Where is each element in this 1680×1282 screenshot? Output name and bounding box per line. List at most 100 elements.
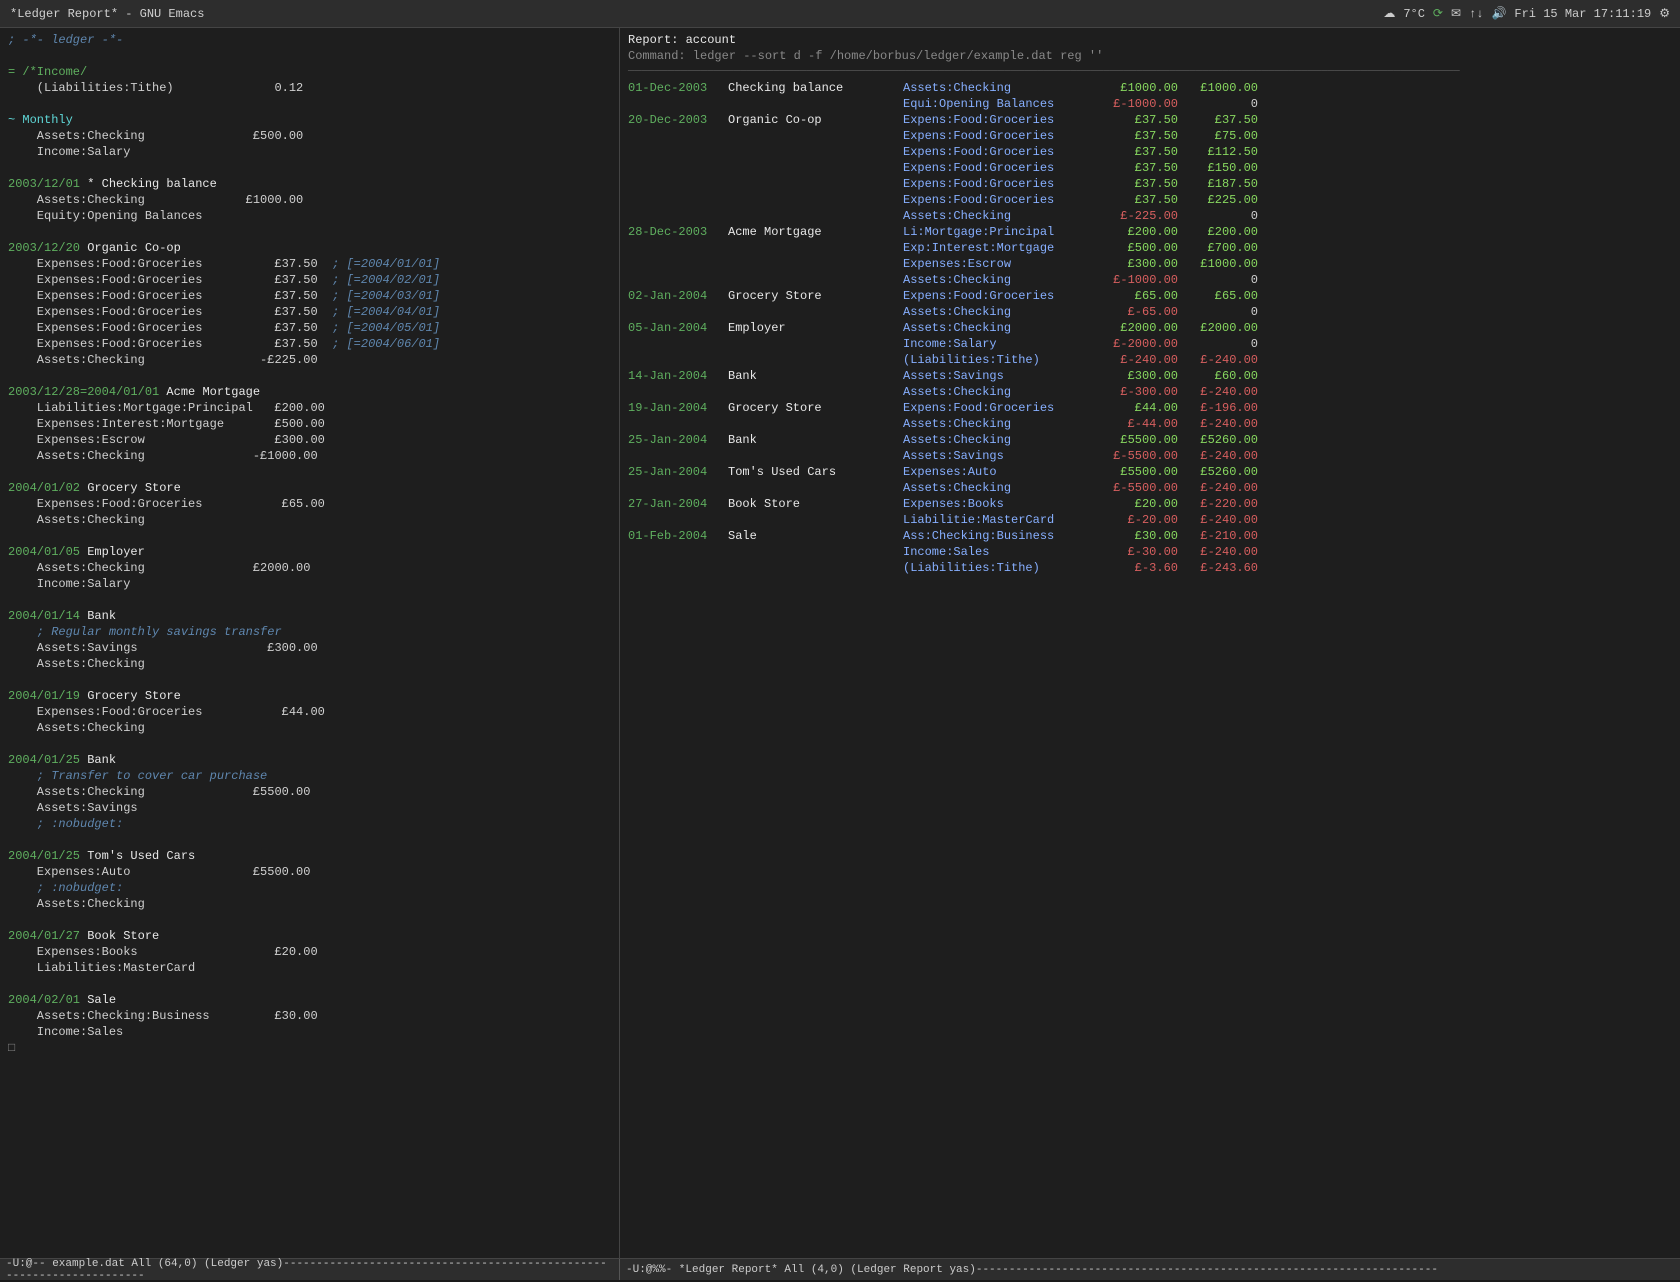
report-row-14: Assets:Checking£-65.000 bbox=[620, 304, 1680, 320]
report-row-5: Expens:Food:Groceries£37.50£150.00 bbox=[620, 160, 1680, 176]
mail-icon[interactable]: ✉ bbox=[1451, 6, 1461, 21]
line-groceries-8: Expenses:Food:Groceries £44.00 bbox=[0, 704, 619, 720]
report-row-27: Liabilitie:MasterCard£-20.00£-240.00 bbox=[620, 512, 1680, 528]
report-row-19: Assets:Checking£-300.00£-240.00 bbox=[620, 384, 1680, 400]
line-groceries-1: Expenses:Food:Groceries £37.50 ; [=2004/… bbox=[0, 256, 619, 272]
report-row-7: Expens:Food:Groceries£37.50£225.00 bbox=[620, 192, 1680, 208]
line-empty-11 bbox=[0, 832, 619, 848]
report-row-0: 01-Dec-2003Checking balanceAssets:Checki… bbox=[620, 80, 1680, 96]
line-auto: Expenses:Auto £5500.00 bbox=[0, 864, 619, 880]
volume-icon[interactable]: 🔊 bbox=[1491, 6, 1506, 21]
line-empty-13 bbox=[0, 976, 619, 992]
line-groceries-2: Expenses:Food:Groceries £37.50 ; [=2004/… bbox=[0, 272, 619, 288]
line-assets-checking-3: Assets:Checking -£1000.00 bbox=[0, 448, 619, 464]
line-date-1: 2003/12/01 * Checking balance bbox=[0, 176, 619, 192]
report-row-17: (Liabilities:Tithe)£-240.00£-240.00 bbox=[620, 352, 1680, 368]
line-date-5: 2004/01/05 Employer bbox=[0, 544, 619, 560]
line-comment-1: ; -*- ledger -*- bbox=[0, 32, 619, 48]
line-tithe: (Liabilities:Tithe) 0.12 bbox=[0, 80, 619, 96]
line-date-8: 2004/01/25 Bank bbox=[0, 752, 619, 768]
line-assets-checking-4: Assets:Checking bbox=[0, 512, 619, 528]
statusbar: -U:@-- example.dat All (64,0) (Ledger ya… bbox=[0, 1258, 1680, 1280]
line-groceries-6: Expenses:Food:Groceries £37.50 ; [=2004/… bbox=[0, 336, 619, 352]
report-row-24: 25-Jan-2004Tom's Used CarsExpenses:Auto£… bbox=[620, 464, 1680, 480]
line-savings-comment: ; Regular monthly savings transfer bbox=[0, 624, 619, 640]
line-savings: Assets:Savings £300.00 bbox=[0, 640, 619, 656]
report-row-18: 14-Jan-2004BankAssets:Savings£300.00£60.… bbox=[620, 368, 1680, 384]
line-assets-checking-2: Assets:Checking -£225.00 bbox=[0, 352, 619, 368]
line-checking-business: Assets:Checking:Business £30.00 bbox=[0, 1008, 619, 1024]
line-date-11: 2004/02/01 Sale bbox=[0, 992, 619, 1008]
report-row-23: Assets:Savings£-5500.00£-240.00 bbox=[620, 448, 1680, 464]
report-row-10: Exp:Interest:Mortgage£500.00£700.00 bbox=[620, 240, 1680, 256]
line-empty-10 bbox=[0, 736, 619, 752]
left-pane[interactable]: ; -*- ledger -*- = /*Income/ (Liabilitie… bbox=[0, 28, 620, 1258]
report-row-1: Equi:Opening Balances£-1000.000 bbox=[620, 96, 1680, 112]
datetime: Fri 15 Mar 17:11:19 bbox=[1514, 7, 1651, 21]
titlebar-controls: ☁ 7°C ⟳ ✉ ↑↓ 🔊 Fri 15 Mar 17:11:19 ⚙ bbox=[1383, 6, 1670, 21]
refresh-icon[interactable]: ⟳ bbox=[1433, 6, 1443, 21]
line-groceries-5: Expenses:Food:Groceries £37.50 ; [=2004/… bbox=[0, 320, 619, 336]
line-date-4: 2004/01/02 Grocery Store bbox=[0, 480, 619, 496]
report-row-21: Assets:Checking£-44.00£-240.00 bbox=[620, 416, 1680, 432]
line-empty-2 bbox=[0, 96, 619, 112]
report-row-6: Expens:Food:Groceries£37.50£187.50 bbox=[620, 176, 1680, 192]
line-car-comment: ; Transfer to cover car purchase bbox=[0, 768, 619, 784]
line-groceries-4: Expenses:Food:Groceries £37.50 ; [=2004/… bbox=[0, 304, 619, 320]
line-equity: Equity:Opening Balances bbox=[0, 208, 619, 224]
line-assets-checking-8: Assets:Checking £5500.00 bbox=[0, 784, 619, 800]
statusbar-left-text: -U:@-- example.dat All (64,0) (Ledger ya… bbox=[6, 1258, 613, 1282]
line-income-sales: Income:Sales bbox=[0, 1024, 619, 1040]
line-empty-9 bbox=[0, 672, 619, 688]
line-empty-12 bbox=[0, 912, 619, 928]
report-row-28: 01-Feb-2004SaleAss:Checking:Business£30.… bbox=[620, 528, 1680, 544]
report-row-16: Income:Salary£-2000.000 bbox=[620, 336, 1680, 352]
line-assets-savings: Assets:Savings bbox=[0, 800, 619, 816]
settings-icon[interactable]: ⚙ bbox=[1659, 6, 1670, 21]
line-assets-checking-9: Assets:Checking bbox=[0, 896, 619, 912]
line-assets-checking-6: Assets:Checking bbox=[0, 656, 619, 672]
line-date-10: 2004/01/27 Book Store bbox=[0, 928, 619, 944]
line-empty-1 bbox=[0, 48, 619, 64]
line-empty-4 bbox=[0, 224, 619, 240]
report-separator: ────────────────────────────────────────… bbox=[620, 64, 1680, 80]
report-row-25: Assets:Checking£-5500.00£-240.00 bbox=[620, 480, 1680, 496]
report-row-30: (Liabilities:Tithe)£-3.60£-243.60 bbox=[620, 560, 1680, 576]
line-empty-6 bbox=[0, 464, 619, 480]
statusbar-right: -U:@%%- *Ledger Report* All (4,0) (Ledge… bbox=[620, 1259, 1444, 1280]
line-assets-checking-monthly: Assets:Checking £500.00 bbox=[0, 128, 619, 144]
report-row-29: Income:Sales£-30.00£-240.00 bbox=[620, 544, 1680, 560]
right-pane[interactable]: Report: account Command: ledger --sort d… bbox=[620, 28, 1680, 1258]
line-empty-3 bbox=[0, 160, 619, 176]
line-nobudget-2: ; :nobudget: bbox=[0, 880, 619, 896]
report-row-11: Expenses:Escrow£300.00£1000.00 bbox=[620, 256, 1680, 272]
report-row-4: Expens:Food:Groceries£37.50£112.50 bbox=[620, 144, 1680, 160]
report-row-2: 20-Dec-2003Organic Co-opExpens:Food:Groc… bbox=[620, 112, 1680, 128]
line-date-2: 2003/12/20 Organic Co-op bbox=[0, 240, 619, 256]
titlebar-title: *Ledger Report* - GNU Emacs bbox=[10, 7, 204, 21]
statusbar-right-text: -U:@%%- *Ledger Report* All (4,0) (Ledge… bbox=[626, 1264, 1438, 1276]
line-escrow: Expenses:Escrow £300.00 bbox=[0, 432, 619, 448]
report-row-15: 05-Jan-2004EmployerAssets:Checking£2000.… bbox=[620, 320, 1680, 336]
line-income-salary: Income:Salary bbox=[0, 576, 619, 592]
weather-icon: ☁ bbox=[1383, 6, 1395, 21]
titlebar: *Ledger Report* - GNU Emacs ☁ 7°C ⟳ ✉ ↑↓… bbox=[0, 0, 1680, 28]
line-date-6: 2004/01/14 Bank bbox=[0, 608, 619, 624]
line-date-3: 2003/12/28=2004/01/01 Acme Mortgage bbox=[0, 384, 619, 400]
line-income-rule: = /*Income/ bbox=[0, 64, 619, 80]
line-income-salary-monthly: Income:Salary bbox=[0, 144, 619, 160]
report-entries: 01-Dec-2003Checking balanceAssets:Checki… bbox=[620, 80, 1680, 576]
report-row-13: 02-Jan-2004Grocery StoreExpens:Food:Groc… bbox=[620, 288, 1680, 304]
report-row-22: 25-Jan-2004BankAssets:Checking£5500.00£5… bbox=[620, 432, 1680, 448]
line-assets-checking-1: Assets:Checking £1000.00 bbox=[0, 192, 619, 208]
line-monthly: ~ Monthly bbox=[0, 112, 619, 128]
line-date-9: 2004/01/25 Tom's Used Cars bbox=[0, 848, 619, 864]
report-row-20: 19-Jan-2004Grocery StoreExpens:Food:Groc… bbox=[620, 400, 1680, 416]
line-nobudget-1: ; :nobudget: bbox=[0, 816, 619, 832]
line-empty-7 bbox=[0, 528, 619, 544]
line-empty-8 bbox=[0, 592, 619, 608]
temperature: 7°C bbox=[1403, 7, 1425, 21]
line-cursor: □ bbox=[0, 1040, 619, 1056]
line-mortgage-principal: Liabilities:Mortgage:Principal £200.00 bbox=[0, 400, 619, 416]
main-area: ; -*- ledger -*- = /*Income/ (Liabilitie… bbox=[0, 28, 1680, 1258]
